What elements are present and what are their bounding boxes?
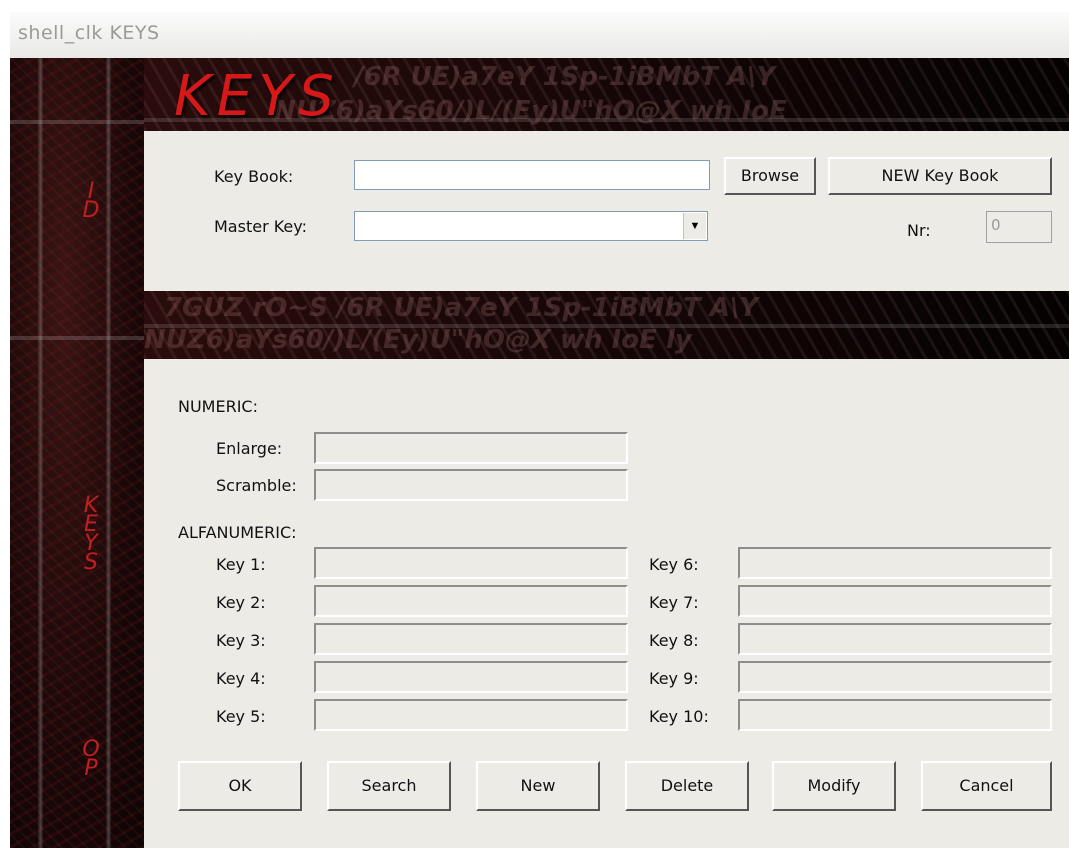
scramble-label: Scramble: [216, 476, 297, 495]
header-title: KEYS [174, 64, 340, 129]
key9-label: Key 9: [649, 669, 699, 688]
key3-label: Key 3: [216, 631, 266, 650]
window-title: shell_clk KEYS [18, 22, 160, 44]
keybook-label: Key Book: [214, 167, 294, 186]
side-label-op: O P [76, 739, 106, 781]
keybook-input[interactable] [354, 160, 710, 190]
search-button[interactable]: Search [327, 761, 451, 811]
key4-field [314, 661, 628, 693]
browse-button[interactable]: Browse [724, 157, 816, 195]
key8-label: Key 8: [649, 631, 699, 650]
new-keybook-button[interactable]: NEW Key Book [828, 157, 1052, 195]
decorative-glyphs: NUZ6)aYs60/)L/(Ey)U"hO@X wh IoE [274, 96, 787, 126]
nr-label: Nr: [907, 221, 931, 240]
delete-button[interactable]: Delete [625, 761, 749, 811]
enlarge-field [314, 432, 628, 464]
modify-button[interactable]: Modify [772, 761, 896, 811]
key4-label: Key 4: [216, 669, 266, 688]
new-button[interactable]: New [476, 761, 600, 811]
key8-field [738, 623, 1052, 655]
decorative-glyphs: NUZ6)aYs60/)L/(Ey)U"hO@X wh IoE ly [144, 325, 692, 355]
key5-field [314, 699, 628, 731]
key6-field [738, 547, 1052, 579]
decorative-line [10, 336, 144, 340]
header-banner: /6R UE)a7eY 1Sp-1iBMbT A\Y NUZ6)aYs60/)L… [144, 58, 1069, 131]
key10-field [738, 699, 1052, 731]
decorative-glyphs: /6R UE)a7eY 1Sp-1iBMbT A\Y [354, 62, 776, 92]
keys-panel: NUMERIC: Enlarge: Scramble: ALFANUMERIC:… [144, 359, 1069, 848]
title-bar[interactable]: shell_clk KEYS [10, 12, 1069, 59]
keys-window: shell_clk KEYS I D K E Y S O P /6R UE)a7… [10, 12, 1069, 848]
key6-label: Key 6: [649, 555, 699, 574]
key1-label: Key 1: [216, 555, 266, 574]
key5-label: Key 5: [216, 707, 266, 726]
scramble-field [314, 469, 628, 501]
side-letter: P [84, 756, 98, 781]
key7-field [738, 585, 1052, 617]
masterkey-label: Master Key: [214, 217, 307, 236]
nr-field: 0 [986, 211, 1052, 243]
key10-label: Key 10: [649, 707, 709, 726]
cancel-button[interactable]: Cancel [921, 761, 1052, 811]
key7-label: Key 7: [649, 593, 699, 612]
decorative-line [106, 58, 111, 848]
masterkey-select[interactable]: ▼ [354, 211, 708, 241]
side-letter: D [82, 198, 100, 223]
decorative-line [10, 120, 144, 124]
key3-field [314, 623, 628, 655]
decorative-glyphs: 7GUZ rO~S /6R UE)a7eY 1Sp-1iBMbT A\Y [164, 293, 759, 323]
side-label-keys: K E Y S [76, 495, 106, 575]
key1-field [314, 547, 628, 579]
left-decoration: I D K E Y S O P [10, 58, 144, 848]
key2-label: Key 2: [216, 593, 266, 612]
decorative-line [38, 58, 43, 848]
dropdown-arrow-icon[interactable]: ▼ [683, 213, 706, 239]
alfanumeric-heading: ALFANUMERIC: [178, 523, 297, 542]
key2-field [314, 585, 628, 617]
ok-button[interactable]: OK [178, 761, 302, 811]
side-label-id: I D [76, 181, 106, 223]
keybook-panel: Key Book: Browse NEW Key Book Master Key… [144, 131, 1069, 291]
numeric-heading: NUMERIC: [178, 397, 258, 416]
enlarge-label: Enlarge: [216, 439, 283, 458]
key9-field [738, 661, 1052, 693]
side-letter: S [84, 550, 98, 575]
middle-banner: 7GUZ rO~S /6R UE)a7eY 1Sp-1iBMbT A\Y NUZ… [144, 291, 1069, 359]
